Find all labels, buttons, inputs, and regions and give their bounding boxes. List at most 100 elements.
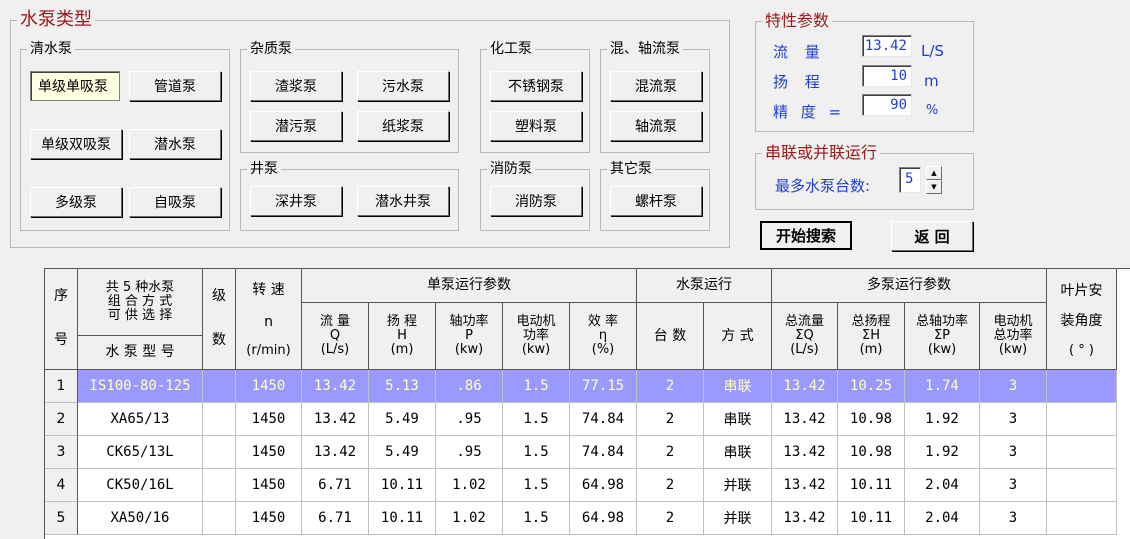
max-pumps-label: 最多水泵台数: <box>775 177 871 195</box>
header-total-motor: 电动机 总功率 (kw) <box>980 303 1047 370</box>
cell-speed: 1450 <box>236 403 302 436</box>
header-combo-1: 共 5 种水泵 <box>105 280 175 295</box>
head-label: 扬 程 <box>773 73 826 91</box>
header-mode: 方 式 <box>704 303 772 370</box>
single-stage-double-suction-button[interactable]: 单级双吸泵 <box>30 129 122 159</box>
multistage-pump-button[interactable]: 多级泵 <box>30 187 122 217</box>
screw-pump-button[interactable]: 螺杆泵 <box>610 186 702 216</box>
cell-total-h: 10.25 <box>838 370 905 403</box>
cell-q: 6.71 <box>302 502 369 535</box>
self-priming-pump-button[interactable]: 自吸泵 <box>129 187 221 217</box>
cell-eff: 74.84 <box>570 436 637 469</box>
plastic-pump-button[interactable]: 塑料泵 <box>490 111 582 141</box>
stainless-pump-button[interactable]: 不锈钢泵 <box>490 71 582 101</box>
deep-well-pump-button[interactable]: 深井泵 <box>250 186 342 216</box>
header-total-h: 总扬程 ΣH (m) <box>838 303 905 370</box>
cell-count: 2 <box>637 403 704 436</box>
header-seq: 序 号 <box>45 269 78 370</box>
cell-count: 2 <box>637 370 704 403</box>
fire-pump-button[interactable]: 消防泵 <box>490 186 582 216</box>
cell-h: 5.49 <box>369 436 436 469</box>
cell-mode: 并联 <box>704 502 772 535</box>
clear-water-title: 清水泵 <box>30 41 72 57</box>
single-stage-single-suction-button[interactable]: 单级单吸泵 <box>30 71 120 101</box>
cell-blade <box>1047 370 1117 403</box>
cell-total-motor: 3 <box>980 370 1047 403</box>
header-speed-3: (r/min) <box>246 343 291 358</box>
cell-eff: 74.84 <box>570 403 637 436</box>
header-run: 水泵运行 <box>637 269 772 303</box>
fire-title: 消防泵 <box>490 161 532 177</box>
cell-total-p: 1.74 <box>905 370 980 403</box>
header-total-motor-3: (kw) <box>998 342 1028 357</box>
pipeline-pump-button[interactable]: 管道泵 <box>129 71 221 101</box>
submersible-well-pump-button[interactable]: 潜水井泵 <box>357 186 449 216</box>
cell-seq: 2 <box>45 403 78 436</box>
precision-label: 精 度 = <box>773 103 846 121</box>
header-mode-label: 方 式 <box>721 328 754 344</box>
cell-p: 1.02 <box>436 469 503 502</box>
cell-total-motor: 3 <box>980 469 1047 502</box>
max-pumps-field[interactable]: 5 <box>899 167 921 193</box>
header-blade-2: 装角度 <box>1060 313 1103 329</box>
cell-model: CK65/13L <box>78 436 203 469</box>
header-blade-1: 叶片安 <box>1060 283 1103 299</box>
header-p-1: 轴功率 <box>449 314 489 329</box>
cell-total-q: 13.42 <box>772 502 838 535</box>
cell-stage <box>203 370 236 403</box>
cell-mode: 并联 <box>704 469 772 502</box>
flow-field[interactable]: 13.42 <box>862 35 912 57</box>
header-total-h-1: 总扬程 <box>851 314 891 329</box>
submersible-sewage-pump-button[interactable]: 潜污泵 <box>250 111 342 141</box>
spin-up-button[interactable]: ▲ <box>926 166 942 180</box>
cell-blade <box>1047 469 1117 502</box>
paper-pulp-pump-button[interactable]: 纸浆泵 <box>357 111 449 141</box>
precision-field[interactable]: 90 <box>862 94 912 116</box>
spin-down-button[interactable]: ▼ <box>926 180 942 194</box>
cell-speed: 1450 <box>236 370 302 403</box>
impurity-title: 杂质泵 <box>250 41 292 57</box>
start-search-button[interactable]: 开始搜索 <box>760 221 852 250</box>
cell-speed: 1450 <box>236 469 302 502</box>
cell-total-h: 10.98 <box>838 436 905 469</box>
cell-p: .95 <box>436 403 503 436</box>
cell-h: 10.11 <box>369 469 436 502</box>
submersible-pump-button[interactable]: 潜水泵 <box>129 129 221 159</box>
results-grid[interactable]: 序 号 共 5 种水泵 组 合 方 式 可 供 选 择 水 泵 型 号 级 数 … <box>44 268 1130 539</box>
cell-p: 1.02 <box>436 502 503 535</box>
header-total-p-1: 总轴功率 <box>915 314 968 329</box>
cell-total-q: 13.42 <box>772 370 838 403</box>
header-total-p: 总轴功率 ΣP (kw) <box>905 303 980 370</box>
cell-seq: 1 <box>45 370 78 403</box>
back-button[interactable]: 返 回 <box>891 221 973 251</box>
cell-total-p: 1.92 <box>905 403 980 436</box>
header-motor-1: 电动机 <box>516 314 556 329</box>
cell-model: CK50/16L <box>78 469 203 502</box>
header-stage-b: 数 <box>212 332 226 348</box>
head-field[interactable]: 10 <box>862 65 912 87</box>
cell-count: 2 <box>637 436 704 469</box>
cell-count: 2 <box>637 502 704 535</box>
slurry-pump-button[interactable]: 渣浆泵 <box>250 71 342 101</box>
header-single-label: 单泵运行参数 <box>427 277 511 293</box>
sewage-pump-button[interactable]: 污水泵 <box>357 71 449 101</box>
cell-blade <box>1047 436 1117 469</box>
cell-seq: 4 <box>45 469 78 502</box>
cell-total-p: 2.04 <box>905 502 980 535</box>
cell-total-q: 13.42 <box>772 403 838 436</box>
header-total-h-2: ΣH <box>862 328 880 343</box>
header-q-1: 流 量 <box>319 314 351 329</box>
head-unit: m <box>924 72 939 90</box>
mixed-flow-pump-button[interactable]: 混流泵 <box>610 71 702 101</box>
params-title: 特性参数 <box>765 11 830 30</box>
cell-p: .95 <box>436 436 503 469</box>
cell-total-motor: 3 <box>980 502 1047 535</box>
axial-flow-pump-button[interactable]: 轴流泵 <box>610 111 702 141</box>
cell-h: 10.11 <box>369 502 436 535</box>
cell-h: 5.13 <box>369 370 436 403</box>
header-combo: 共 5 种水泵 组 合 方 式 可 供 选 择 <box>78 269 203 336</box>
header-stage-a: 级 <box>212 288 226 304</box>
cell-motor: 1.5 <box>503 436 570 469</box>
header-h: 扬 程 H (m) <box>369 303 436 370</box>
cell-motor: 1.5 <box>503 403 570 436</box>
